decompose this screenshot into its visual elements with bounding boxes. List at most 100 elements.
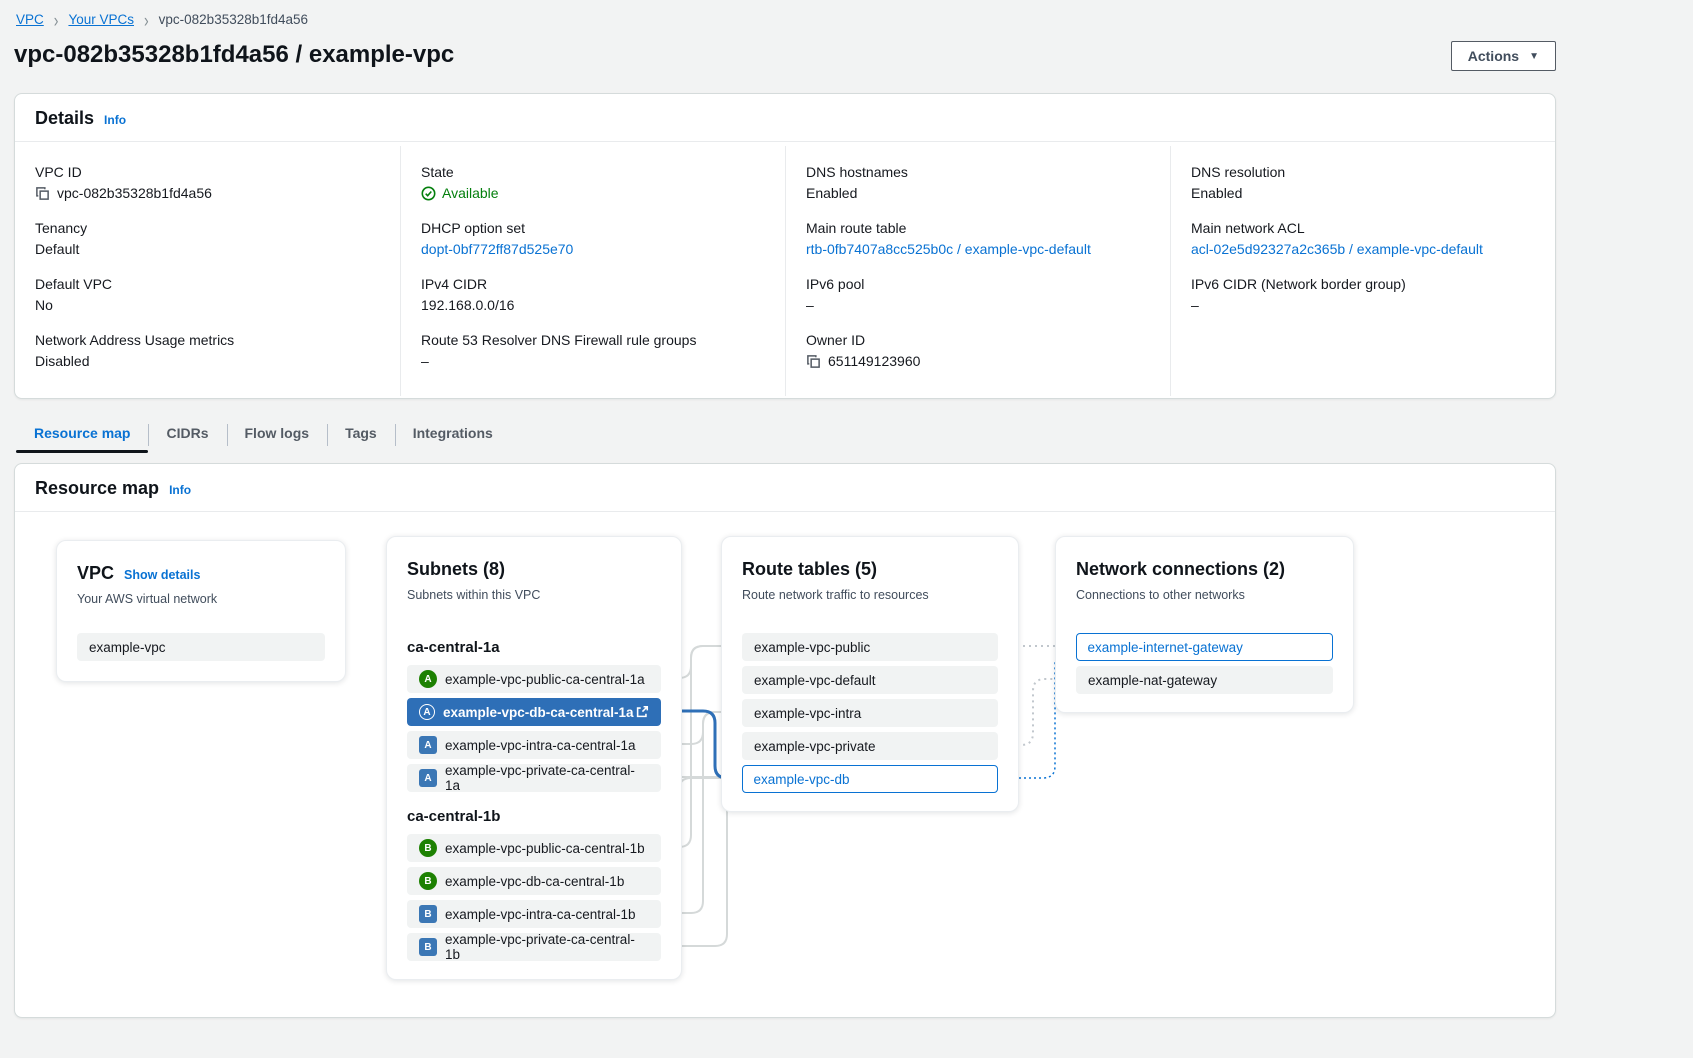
subnet-item[interactable]: A example-vpc-intra-ca-central-1a <box>407 731 661 759</box>
subnet-item[interactable]: A example-vpc-private-ca-central-1a <box>407 764 661 792</box>
subnet-item-label: example-vpc-private-ca-central-1b <box>445 932 649 962</box>
field-dns-hostnames: DNS hostnames Enabled <box>806 162 1150 203</box>
subnet-item[interactable]: B example-vpc-public-ca-central-1b <box>407 834 661 862</box>
network-connection-item[interactable]: example-nat-gateway <box>1076 666 1333 694</box>
subnet-item[interactable]: B example-vpc-intra-ca-central-1b <box>407 900 661 928</box>
status-badge: Available <box>421 183 499 203</box>
tab-integrations[interactable]: Integrations <box>395 417 511 451</box>
subnets-card-subtitle: Subnets within this VPC <box>407 587 661 603</box>
breadcrumb-current: vpc-082b35328b1fd4a56 <box>159 12 308 27</box>
external-link-icon[interactable] <box>635 705 649 719</box>
resource-map-info-link[interactable]: Info <box>169 483 191 497</box>
field-label: Route 53 Resolver DNS Firewall rule grou… <box>421 330 765 350</box>
az-heading-ca-central-1b: ca-central-1b <box>407 808 661 826</box>
field-ipv6-cidr: IPv6 CIDR (Network border group) – <box>1191 274 1535 315</box>
network-connection-item-highlighted[interactable]: example-internet-gateway <box>1076 633 1333 661</box>
subnet-item[interactable]: A example-vpc-public-ca-central-1a <box>407 665 661 693</box>
actions-button[interactable]: Actions ▼ <box>1451 41 1556 71</box>
field-label: Main route table <box>806 218 1150 238</box>
resource-map-panel: Resource map Info <box>14 463 1556 1018</box>
network-connection-item-label: example-nat-gateway <box>1088 673 1217 688</box>
az-b-public-badge-icon: B <box>419 839 437 857</box>
network-connections-card-subtitle: Connections to other networks <box>1076 587 1333 603</box>
show-details-link[interactable]: Show details <box>124 568 200 582</box>
field-value-text: – <box>421 351 765 371</box>
az-a-public-badge-icon: A <box>419 670 437 688</box>
actions-button-label: Actions <box>1468 48 1519 64</box>
az-b-private-badge-icon: B <box>419 905 437 923</box>
route-table-item[interactable]: example-vpc-public <box>742 633 998 661</box>
network-connections-card-title: Network connections (2) <box>1076 557 1285 581</box>
subnet-item-label: example-vpc-public-ca-central-1b <box>445 841 645 856</box>
vpc-item-label: example-vpc <box>89 640 166 655</box>
subnets-card-title: Subnets (8) <box>407 557 505 581</box>
dhcp-option-set-link[interactable]: dopt-0bf772ff87d525e70 <box>421 239 573 259</box>
details-column-1: VPC ID vpc-082b35328b1fd4a56 Tenancy Def… <box>15 146 400 396</box>
subnet-item[interactable]: B example-vpc-private-ca-central-1b <box>407 933 661 961</box>
field-label: DHCP option set <box>421 218 765 238</box>
field-label: IPv6 CIDR (Network border group) <box>1191 274 1535 294</box>
field-label: DNS hostnames <box>806 162 1150 182</box>
vpc-card-title: VPC <box>77 561 114 585</box>
main-route-table-link[interactable]: rtb-0fb7407a8cc525b0c / example-vpc-defa… <box>806 239 1091 259</box>
network-connection-item-label: example-internet-gateway <box>1088 640 1243 655</box>
copy-icon[interactable] <box>806 354 821 369</box>
field-label: VPC ID <box>35 162 380 182</box>
az-a-selected-badge-icon: A <box>419 704 435 720</box>
field-value: dopt-0bf772ff87d525e70 <box>421 239 765 259</box>
details-title: Details <box>35 108 94 129</box>
field-label: Default VPC <box>35 274 380 294</box>
status-available-icon <box>421 186 436 201</box>
details-column-3: DNS hostnames Enabled Main route table r… <box>785 146 1170 396</box>
field-value-text: Available <box>442 183 499 203</box>
tab-tags[interactable]: Tags <box>327 417 395 451</box>
subnet-group-1a: A example-vpc-public-ca-central-1a A exa… <box>407 665 661 792</box>
tab-flow-logs[interactable]: Flow logs <box>227 417 328 451</box>
page-title: vpc-082b35328b1fd4a56 / example-vpc <box>14 41 1556 69</box>
field-value-text: No <box>35 295 380 315</box>
vpc-item[interactable]: example-vpc <box>77 633 325 661</box>
tab-cidrs[interactable]: CIDRs <box>148 417 226 451</box>
details-grid: VPC ID vpc-082b35328b1fd4a56 Tenancy Def… <box>15 142 1555 398</box>
route-table-rows: example-vpc-public example-vpc-default e… <box>742 633 998 793</box>
field-value: vpc-082b35328b1fd4a56 <box>35 183 380 203</box>
main-network-acl-link[interactable]: acl-02e5d92327a2c365b / example-vpc-defa… <box>1191 239 1483 259</box>
network-connection-rows: example-internet-gateway example-nat-gat… <box>1076 633 1333 694</box>
field-label: Tenancy <box>35 218 380 238</box>
field-value-text: Default <box>35 239 380 259</box>
subnets-card: Subnets (8) Subnets within this VPC ca-c… <box>386 536 682 980</box>
route-table-item[interactable]: example-vpc-intra <box>742 699 998 727</box>
route-table-item-label: example-vpc-intra <box>754 706 861 721</box>
field-ipv4-cidr: IPv4 CIDR 192.168.0.0/16 <box>421 274 765 315</box>
details-column-2: State Available DHCP option set dopt-0bf… <box>400 146 785 396</box>
field-vpc-id: VPC ID vpc-082b35328b1fd4a56 <box>35 162 380 203</box>
breadcrumb-link-your-vpcs[interactable]: Your VPCs <box>68 12 134 27</box>
field-dns-resolution: DNS resolution Enabled <box>1191 162 1535 203</box>
breadcrumb-link-vpc[interactable]: VPC <box>16 12 44 27</box>
route-table-item-highlighted[interactable]: example-vpc-db <box>742 765 998 793</box>
subnet-item[interactable]: B example-vpc-db-ca-central-1b <box>407 867 661 895</box>
field-value: 651149123960 <box>806 351 1150 371</box>
az-b-private-badge-icon: B <box>419 938 437 956</box>
details-info-link[interactable]: Info <box>104 113 126 127</box>
field-value-text: – <box>1191 295 1535 315</box>
route-table-item-label: example-vpc-public <box>754 640 870 655</box>
route-table-item[interactable]: example-vpc-private <box>742 732 998 760</box>
subnet-item-label: example-vpc-intra-ca-central-1b <box>445 907 636 922</box>
tab-bar: Resource map CIDRs Flow logs Tags Integr… <box>14 417 1556 451</box>
field-value: rtb-0fb7407a8cc525b0c / example-vpc-defa… <box>806 239 1150 259</box>
subnet-item-selected[interactable]: A example-vpc-db-ca-central-1a <box>407 698 661 726</box>
route-tables-card-subtitle: Route network traffic to resources <box>742 587 998 603</box>
tab-resource-map[interactable]: Resource map <box>16 417 148 451</box>
field-state: State Available <box>421 162 765 203</box>
details-panel: Details Info VPC ID vpc-082b35328b1fd4a5… <box>14 93 1556 399</box>
route-table-item[interactable]: example-vpc-default <box>742 666 998 694</box>
field-default-vpc: Default VPC No <box>35 274 380 315</box>
field-route53-firewall-groups: Route 53 Resolver DNS Firewall rule grou… <box>421 330 765 371</box>
copy-icon[interactable] <box>35 186 50 201</box>
breadcrumb-separator-icon: › <box>144 10 149 30</box>
title-row: vpc-082b35328b1fd4a56 / example-vpc Acti… <box>14 41 1556 81</box>
field-main-route-table: Main route table rtb-0fb7407a8cc525b0c /… <box>806 218 1150 259</box>
content: VPC › Your VPCs › vpc-082b35328b1fd4a56 … <box>0 0 1556 1018</box>
field-network-address-usage: Network Address Usage metrics Disabled <box>35 330 380 371</box>
